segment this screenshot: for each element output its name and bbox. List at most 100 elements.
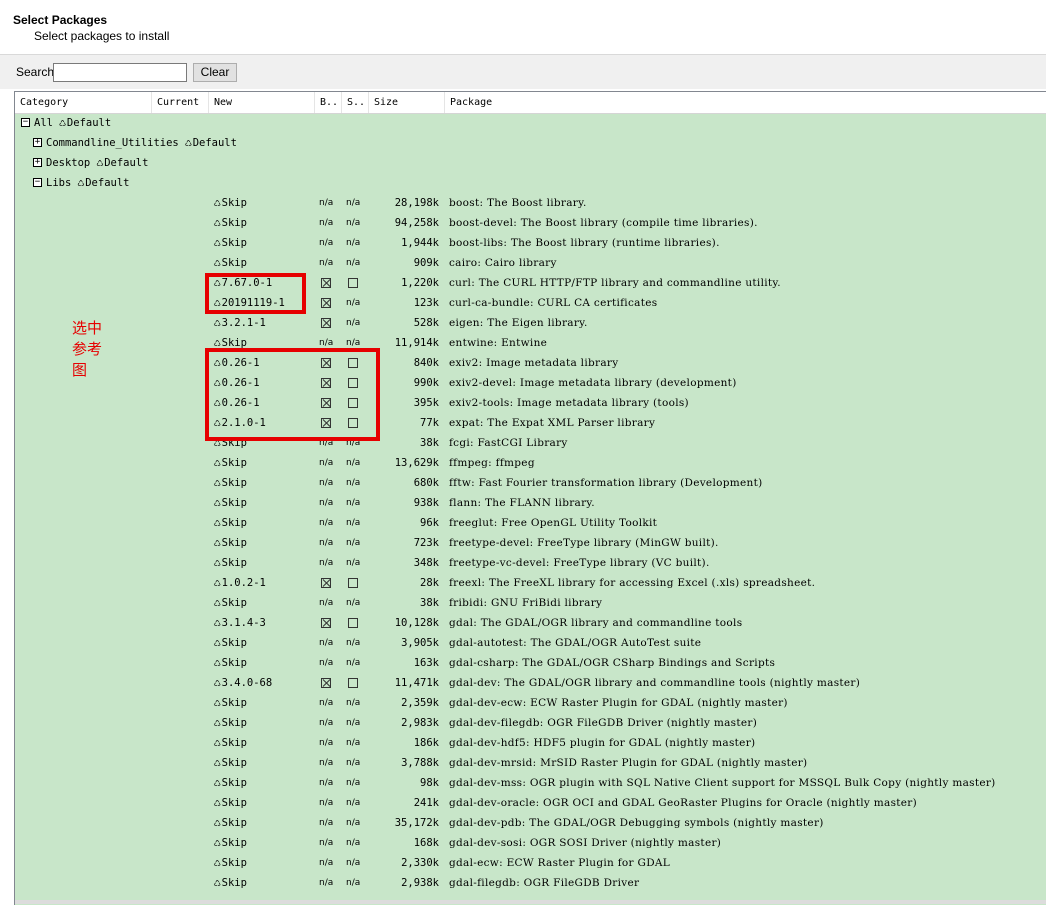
table-row[interactable]: ♺Skip n/a n/a 98k gdal-dev-mss: OGR plugin w… [15, 773, 1046, 793]
table-row[interactable]: ♺Skip n/a n/a 168k gdal-dev-sosi: OGR SOSI D… [15, 833, 1046, 853]
cycle-icon[interactable]: ♺ [214, 553, 221, 573]
cycle-icon[interactable]: ♺ [78, 173, 85, 193]
clear-button[interactable]: Clear [193, 63, 237, 82]
cycle-icon[interactable]: ♺ [214, 793, 221, 813]
new-version-cell[interactable]: ♺Skip [214, 553, 314, 573]
cycle-icon[interactable]: ♺ [214, 473, 221, 493]
new-version-cell[interactable]: ♺Skip [214, 633, 314, 653]
category-action[interactable]: Default [85, 177, 129, 189]
expand-icon[interactable]: + [33, 138, 42, 147]
new-version-cell[interactable]: ♺Skip [214, 853, 314, 873]
new-version-cell[interactable]: ♺Skip [214, 793, 314, 813]
table-row[interactable]: ♺3.1.4-3 10,128k gdal: The GDAL/OGR librar… [15, 613, 1046, 633]
binary-checkbox[interactable] [321, 618, 331, 628]
table-row[interactable]: ♺Skip n/a n/a 13,629k ffmpeg: ffmpeg [15, 453, 1046, 473]
cycle-icon[interactable]: ♺ [214, 233, 221, 253]
table-row[interactable]: ♺Skip n/a n/a 28,198k boost: The Boost libra… [15, 193, 1046, 213]
new-version-cell[interactable]: ♺Skip [214, 813, 314, 833]
new-version-cell[interactable]: ♺1.0.2-1 [214, 573, 314, 593]
table-row[interactable]: ♺1.0.2-1 28k freexl: The FreeXL library fo… [15, 573, 1046, 593]
new-version-cell[interactable]: ♺Skip [214, 233, 314, 253]
table-row[interactable]: ♺0.26-1 395k exiv2-tools: Image metadata l… [15, 393, 1046, 413]
new-version-cell[interactable]: ♺Skip [214, 193, 314, 213]
new-version-cell[interactable]: ♺Skip [214, 253, 314, 273]
new-version-cell[interactable]: ♺Skip [214, 493, 314, 513]
table-row[interactable]: ♺0.26-1 990k exiv2-devel: Image metadata l… [15, 373, 1046, 393]
table-row[interactable]: ♺0.26-1 840k exiv2: Image metadata library [15, 353, 1046, 373]
table-row[interactable]: ♺Skip n/a n/a 3,788k gdal-dev-mrsid: MrSID R… [15, 753, 1046, 773]
new-version-cell[interactable]: ♺Skip [214, 733, 314, 753]
table-row[interactable]: ♺Skip n/a n/a 938k flann: The FLANN library. [15, 493, 1046, 513]
new-version-cell[interactable]: ♺Skip [214, 593, 314, 613]
cycle-icon[interactable]: ♺ [214, 633, 221, 653]
cycle-icon[interactable]: ♺ [214, 593, 221, 613]
category-action[interactable]: Default [67, 117, 111, 129]
table-row[interactable]: ♺Skip n/a n/a 11,914k entwine: Entwine [15, 333, 1046, 353]
source-checkbox[interactable] [348, 278, 358, 288]
table-row[interactable]: ♺Skip n/a n/a 2,938k gdal-filegdb: OGR FileG… [15, 873, 1046, 893]
new-version-cell[interactable]: ♺Skip [214, 453, 314, 473]
new-version-cell[interactable]: ♺Skip [214, 713, 314, 733]
table-row[interactable]: ♺Skip n/a n/a 241k gdal-dev-oracle: OGR OCI … [15, 793, 1046, 813]
new-version-cell[interactable]: ♺Skip [214, 213, 314, 233]
cycle-icon[interactable]: ♺ [214, 573, 221, 593]
table-row[interactable]: ♺Skip n/a n/a 2,359k gdal-dev-ecw: ECW Raste… [15, 693, 1046, 713]
category-action[interactable]: Default [104, 157, 148, 169]
cycle-icon[interactable]: ♺ [214, 773, 221, 793]
new-version-cell[interactable]: ♺3.1.4-3 [214, 613, 314, 633]
binary-checkbox[interactable] [321, 578, 331, 588]
cycle-icon[interactable]: ♺ [214, 833, 221, 853]
table-row[interactable]: ♺2.1.0-1 77k expat: The Expat XML Parser l… [15, 413, 1046, 433]
package-list[interactable]: Category Current New B.. S.. Size Packag… [14, 91, 1046, 905]
column-size[interactable]: Size [369, 92, 445, 113]
table-row[interactable]: ♺Skip n/a n/a 680k fftw: Fast Fourier transf… [15, 473, 1046, 493]
table-row[interactable]: ♺Skip n/a n/a 2,330k gdal-ecw: ECW Raster Pl… [15, 853, 1046, 873]
column-source[interactable]: S.. [342, 92, 369, 113]
collapse-icon[interactable]: − [21, 118, 30, 127]
cycle-icon[interactable]: ♺ [214, 733, 221, 753]
column-package[interactable]: Package [445, 92, 1046, 113]
cycle-icon[interactable]: ♺ [214, 853, 221, 873]
column-current[interactable]: Current [152, 92, 209, 113]
cycle-icon[interactable]: ♺ [214, 493, 221, 513]
table-row[interactable]: ♺Skip n/a n/a 186k gdal-dev-hdf5: HDF5 plugi… [15, 733, 1046, 753]
new-version-cell[interactable]: ♺Skip [214, 833, 314, 853]
table-row[interactable]: ♺3.2.1-1 n/a 528k eigen: The Eigen library. [15, 313, 1046, 333]
cycle-icon[interactable]: ♺ [214, 313, 221, 333]
binary-checkbox[interactable] [321, 298, 331, 308]
source-checkbox[interactable] [348, 578, 358, 588]
cycle-icon[interactable]: ♺ [214, 813, 221, 833]
binary-checkbox[interactable] [321, 318, 331, 328]
cycle-icon[interactable]: ♺ [214, 693, 221, 713]
horizontal-scrollbar[interactable] [15, 900, 1046, 904]
new-version-cell[interactable]: ♺Skip [214, 653, 314, 673]
cycle-icon[interactable]: ♺ [214, 513, 221, 533]
cycle-icon[interactable]: ♺ [214, 193, 221, 213]
table-row[interactable]: ♺Skip n/a n/a 3,905k gdal-autotest: The GDAL… [15, 633, 1046, 653]
table-row[interactable]: ♺3.4.0-68 11,471k gdal-dev: The GDAL/OGR l… [15, 673, 1046, 693]
cycle-icon[interactable]: ♺ [214, 453, 221, 473]
binary-checkbox[interactable] [321, 678, 331, 688]
binary-checkbox[interactable] [321, 278, 331, 288]
new-version-cell[interactable]: ♺Skip [214, 473, 314, 493]
source-checkbox[interactable] [348, 618, 358, 628]
table-row[interactable]: ♺Skip n/a n/a 94,258k boost-devel: The Boost… [15, 213, 1046, 233]
table-row[interactable]: ♺Skip n/a n/a 96k freeglut: Free OpenGL Util… [15, 513, 1046, 533]
cycle-icon[interactable]: ♺ [59, 113, 66, 133]
new-version-cell[interactable]: ♺3.4.0-68 [214, 673, 314, 693]
table-row[interactable]: ♺Skip n/a n/a 723k freetype-devel: FreeType … [15, 533, 1046, 553]
table-row[interactable]: ♺7.67.0-1 1,220k curl: The CURL HTTP/FTP l… [15, 273, 1046, 293]
collapse-icon[interactable]: − [33, 178, 42, 187]
cycle-icon[interactable]: ♺ [97, 153, 104, 173]
table-row[interactable]: ♺Skip n/a n/a 163k gdal-csharp: The GDAL/OGR… [15, 653, 1046, 673]
table-row[interactable]: ♺Skip n/a n/a 35,172k gdal-dev-pdb: The GDAL… [15, 813, 1046, 833]
cycle-icon[interactable]: ♺ [214, 213, 221, 233]
new-version-cell[interactable]: ♺Skip [214, 533, 314, 553]
new-version-cell[interactable]: ♺Skip [214, 513, 314, 533]
new-version-cell[interactable]: ♺Skip [214, 693, 314, 713]
category-action[interactable]: Default [193, 137, 237, 149]
table-row[interactable]: ♺Skip n/a n/a 38k fribidi: GNU FriBidi libra… [15, 593, 1046, 613]
cycle-icon[interactable]: ♺ [214, 873, 221, 893]
column-category[interactable]: Category [15, 92, 152, 113]
column-new[interactable]: New [209, 92, 315, 113]
